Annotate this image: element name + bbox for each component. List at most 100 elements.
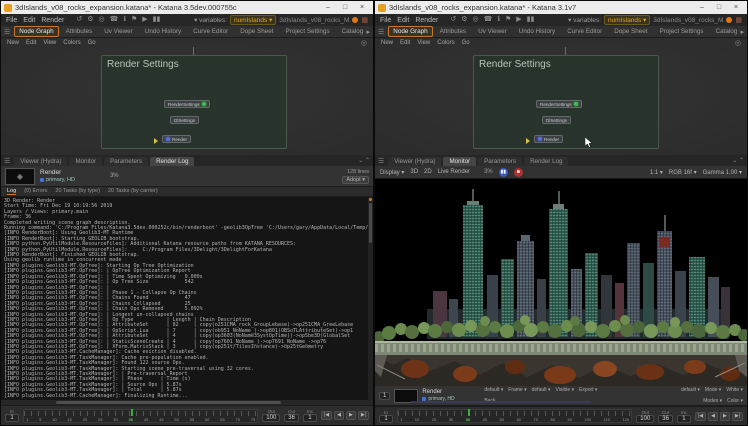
log-filter-tab[interactable]: Log bbox=[7, 188, 16, 195]
variables-dropdown[interactable]: numIslands ▾ bbox=[604, 15, 650, 25]
transport-button[interactable]: |◀ bbox=[695, 412, 706, 421]
maximize-button[interactable]: □ bbox=[337, 2, 353, 13]
menu-item[interactable]: Edit bbox=[397, 17, 409, 24]
workspace-tab[interactable]: Dope Sheet bbox=[235, 26, 278, 37]
panel-tab[interactable]: Viewer (Hydra) bbox=[14, 157, 67, 166]
workspace-tab[interactable]: Curve Editor bbox=[188, 26, 233, 37]
menu-item[interactable]: Render bbox=[41, 17, 64, 24]
pause-icon[interactable]: ▮▮ bbox=[527, 15, 535, 25]
gear-icon[interactable]: ⚙ bbox=[461, 15, 467, 25]
in-frame-field[interactable]: 1 bbox=[379, 415, 393, 423]
current-node-field[interactable]: 3dIslands_v08_rocks_M bbox=[653, 17, 723, 24]
workspace-tab[interactable]: Undo History bbox=[514, 26, 560, 37]
menu-item[interactable]: File bbox=[6, 17, 17, 24]
search-icon[interactable]: ◎ bbox=[735, 39, 741, 47]
catalog-dropdown[interactable]: Mode ▾ bbox=[705, 387, 721, 393]
target-icon[interactable]: ◎ bbox=[472, 15, 478, 25]
workspace-tab[interactable]: Project Settings bbox=[654, 26, 708, 37]
catalog-frame-field[interactable]: 1 bbox=[379, 392, 390, 400]
workspace-tab[interactable]: Catalog bbox=[337, 26, 365, 37]
transport-button[interactable]: ◀ bbox=[334, 411, 344, 420]
title-bar[interactable]: 3dIslands_v08_rocks_expansion.katana* - … bbox=[375, 1, 747, 14]
workspace-tab[interactable]: Project Settings bbox=[280, 26, 334, 37]
phone-icon[interactable]: ☎ bbox=[484, 15, 493, 25]
current-frame-field[interactable]: 36 bbox=[284, 414, 299, 422]
zoom-level-dropdown[interactable]: 1:1 ▾ bbox=[650, 169, 663, 176]
variables-dropdown[interactable]: numIslands ▾ bbox=[230, 15, 276, 25]
menu-item[interactable]: File bbox=[380, 17, 391, 24]
workspace-tab[interactable]: Undo History bbox=[140, 26, 186, 37]
hamburger-icon[interactable]: ☰ bbox=[378, 28, 384, 36]
undo-icon[interactable]: ↺ bbox=[76, 15, 82, 25]
frame-ruler[interactable]: 110203036405060708090100110120 bbox=[397, 409, 632, 423]
node-dlsettings[interactable]: DlSettings bbox=[542, 116, 571, 124]
workspace-tab[interactable]: Dope Sheet bbox=[609, 26, 652, 37]
play-icon[interactable]: ▶ bbox=[142, 15, 147, 25]
channel-dropdown[interactable]: RGB 16f ▾ bbox=[669, 169, 697, 176]
log-filter-tab[interactable]: (0) Errors bbox=[24, 188, 47, 195]
close-button[interactable]: × bbox=[354, 2, 370, 13]
monitor-viewport[interactable] bbox=[375, 179, 747, 386]
undo-icon[interactable]: ↺ bbox=[450, 15, 456, 25]
view-flag-icon[interactable] bbox=[574, 102, 578, 106]
transport-button[interactable]: ▶| bbox=[358, 411, 369, 420]
menu-item[interactable]: Edit bbox=[23, 17, 35, 24]
node-rendersettings[interactable]: RenderSettings bbox=[536, 100, 582, 108]
tab-overflow-icon[interactable]: ▸ bbox=[740, 28, 744, 36]
frame-ruler[interactable]: 151015202530364045505560657075 bbox=[23, 409, 258, 423]
stop-render-button[interactable]: ■ bbox=[514, 168, 523, 177]
info-icon[interactable]: ℹ bbox=[123, 15, 126, 25]
catalog-dropdown[interactable]: default ▾ bbox=[681, 387, 700, 393]
current-node-field[interactable]: 3dIslands_v08_rocks_M bbox=[279, 17, 349, 24]
menu-item[interactable]: Render bbox=[415, 17, 438, 24]
workspace-tab[interactable]: Catalog bbox=[711, 26, 739, 37]
render-thumbnail[interactable]: ◆ bbox=[5, 168, 35, 185]
pause-render-button[interactable]: ▮▮ bbox=[499, 168, 508, 177]
gamma-dropdown[interactable]: Gamma 1.00 ▾ bbox=[703, 169, 742, 176]
panel-tab[interactable]: Parameters bbox=[104, 157, 148, 166]
nodegraph-menu-item[interactable]: New bbox=[7, 40, 19, 46]
transport-button[interactable]: ◀ bbox=[708, 412, 718, 421]
catalog-dropdown[interactable]: Modes ▾ bbox=[703, 398, 722, 404]
layout-grid-icon[interactable]: ▦ bbox=[361, 16, 368, 24]
phone-icon[interactable]: ☎ bbox=[110, 15, 119, 25]
tab-overflow-icon[interactable]: ▸ bbox=[366, 28, 370, 36]
edit-flag-icon[interactable] bbox=[166, 137, 170, 141]
gear-icon[interactable]: ⚙ bbox=[87, 15, 93, 25]
nodegraph-menu-item[interactable]: View bbox=[43, 40, 56, 46]
panel-tab[interactable]: Render Log bbox=[150, 157, 194, 166]
catalog-dropdown[interactable]: White ▾ bbox=[726, 387, 743, 393]
nodegraph-panel[interactable]: Render Settings RenderSettings DlSetting… bbox=[375, 47, 747, 155]
increment-field[interactable]: 1 bbox=[677, 415, 691, 423]
panel-tab[interactable]: Monitor bbox=[443, 157, 476, 166]
nodegraph-menu-item[interactable]: Edit bbox=[26, 40, 36, 46]
node-rendersettings[interactable]: RenderSettings bbox=[164, 100, 210, 108]
render-settings-group[interactable]: Render Settings RenderSettings DlSetting… bbox=[101, 55, 287, 149]
workspace-tab[interactable]: Uv Viewer bbox=[99, 26, 138, 37]
log-filter-tab[interactable]: 20 Tasks (by carrier) bbox=[108, 188, 158, 195]
live-render-label[interactable]: Live Render bbox=[438, 169, 470, 175]
vertical-scrollbar[interactable] bbox=[368, 197, 373, 400]
minimize-button[interactable]: – bbox=[694, 2, 710, 13]
catalog-dropdown[interactable]: Color ▾ bbox=[727, 398, 743, 404]
scrollbar-thumb[interactable] bbox=[369, 203, 372, 243]
transport-button[interactable]: |◀ bbox=[321, 411, 332, 420]
flag-icon[interactable]: ⚑ bbox=[131, 15, 137, 25]
pause-icon[interactable]: ▮▮ bbox=[153, 15, 161, 25]
display-dropdown[interactable]: Display ▾ bbox=[380, 169, 404, 176]
in-frame-field[interactable]: 1 bbox=[5, 414, 19, 422]
workspace-tab[interactable]: Uv Viewer bbox=[473, 26, 512, 37]
maximize-button[interactable]: □ bbox=[711, 2, 727, 13]
nodegraph-menu-item[interactable]: View bbox=[417, 40, 430, 46]
flag-icon[interactable]: ⚑ bbox=[505, 15, 511, 25]
node-dlsettings[interactable]: DlSettings bbox=[170, 116, 199, 124]
panel-menu-icon[interactable]: ☰ bbox=[4, 157, 10, 165]
catalog-dropdown[interactable]: default ▾ bbox=[484, 387, 503, 393]
render-log-output[interactable]: 3D Render: RenderStart Time: Fri Dec 19 … bbox=[1, 197, 373, 400]
nodegraph-menu-item[interactable]: Colors bbox=[63, 40, 80, 46]
nodegraph-menu-item[interactable]: New bbox=[381, 40, 393, 46]
adopt-dropdown[interactable]: Adopt ▾ bbox=[342, 176, 369, 184]
transport-button[interactable]: ▶ bbox=[346, 411, 356, 420]
out-frame-field[interactable]: 100 bbox=[636, 415, 654, 423]
nodegraph-menu-item[interactable]: Edit bbox=[400, 40, 410, 46]
